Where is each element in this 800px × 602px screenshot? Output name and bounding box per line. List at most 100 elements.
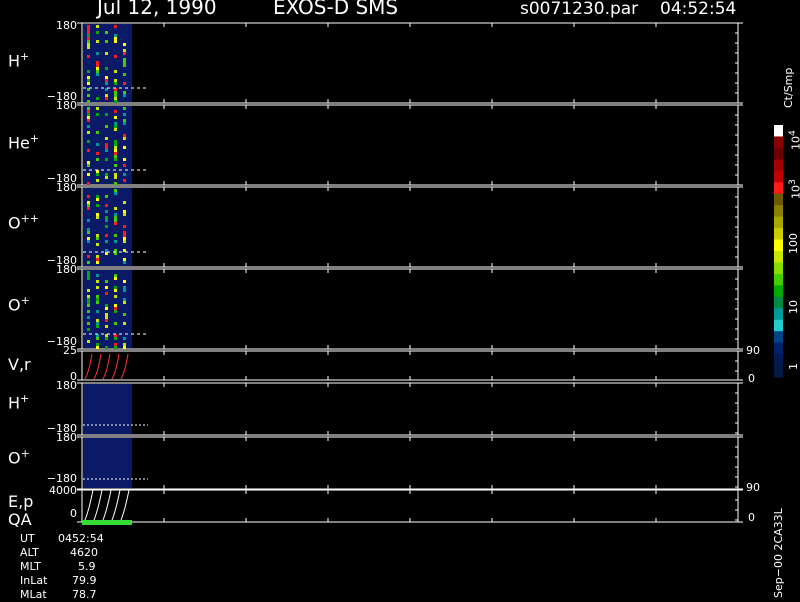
spectro-cell-0-3-100 <box>114 100 117 103</box>
spectro-cell-2-0-231 <box>87 231 90 234</box>
spectro-cell-2-2-234 <box>105 234 108 237</box>
spectro-cell-3-2-316 <box>105 316 108 319</box>
spectro-cell-2-3-234 <box>114 234 117 237</box>
colorbar-band-8 <box>774 216 783 229</box>
spectro-cell-2-1-204 <box>96 204 99 207</box>
spectro-cell-1-4-122 <box>123 122 126 125</box>
spectro-cell-0-2-40 <box>105 40 108 43</box>
spectro-cell-1-3-128 <box>114 128 117 131</box>
spectro-cell-2-4-237 <box>123 237 126 240</box>
spectro-cell-1-1-131 <box>96 131 99 134</box>
spectro-cell-1-1-152 <box>96 152 99 155</box>
spectro-cell-1-2-146 <box>105 146 108 149</box>
spectro-cell-2-0-228 <box>87 228 90 231</box>
rtick-ep-bottom: 0 <box>748 511 755 524</box>
panel-frame-2 <box>81 186 739 268</box>
spectro-cell-3-3-295 <box>114 295 117 298</box>
colorbar-band-12 <box>774 262 783 275</box>
spectro-cell-1-2-137 <box>105 137 108 140</box>
spectro-cell-3-3-277 <box>114 277 117 280</box>
spectro-cell-3-2-319 <box>105 319 108 322</box>
spectro-cell-1-2-158 <box>105 158 108 161</box>
spectro-cell-2-0-255 <box>87 255 90 258</box>
spectro-cell-1-3-143 <box>114 143 117 146</box>
spectro-cell-0-1-70 <box>96 70 99 73</box>
spectro-cell-1-0-119 <box>87 119 90 122</box>
spectro-cell-3-1-337 <box>96 337 99 340</box>
spectro-cell-2-1-234 <box>96 234 99 237</box>
spectro-cell-1-3-176 <box>114 176 117 179</box>
spectro-cell-1-0-131 <box>87 131 90 134</box>
spectro-cell-0-2-67 <box>105 67 108 70</box>
spectro-cell-1-4-113 <box>123 113 126 116</box>
panel-label-h-plus: H+ <box>8 50 30 71</box>
spectro-cell-1-0-113 <box>87 113 90 116</box>
colorbar-band-6 <box>774 193 783 206</box>
spectrogram-plot <box>77 22 783 525</box>
spectro-cell-2-4-231 <box>123 231 126 234</box>
spectro-cell-1-0-149 <box>87 149 90 152</box>
spectro-cell-0-3-25 <box>114 25 117 28</box>
tick-opp-top: 180 <box>56 181 77 194</box>
spectro-cell-1-2-176 <box>105 176 108 179</box>
spectro-cell-0-1-31 <box>96 31 99 34</box>
spectro-cell-3-4-337 <box>123 337 126 340</box>
spectro-cell-3-2-337 <box>105 337 108 340</box>
spectro-cell-0-1-97 <box>96 97 99 100</box>
spectro-cell-2-0-237 <box>87 237 90 240</box>
spectro-cell-0-2-31 <box>105 31 108 34</box>
spectro-cell-3-4-301 <box>123 301 126 304</box>
spectro-cell-0-0-76 <box>87 76 90 79</box>
spectro-cell-1-4-164 <box>123 164 126 167</box>
spectro-cell-2-3-192 <box>114 192 117 195</box>
spectro-cell-0-2-76 <box>105 76 108 79</box>
spectro-cell-1-1-179 <box>96 179 99 182</box>
spectro-cell-3-2-307 <box>105 307 108 310</box>
ep-curve-4 <box>120 489 130 521</box>
spectro-cell-3-3-307 <box>114 307 117 310</box>
spectro-cell-2-0-204 <box>87 204 90 207</box>
spectro-cell-0-0-31 <box>87 31 90 34</box>
vr-curve-1 <box>93 353 102 380</box>
colorbar-band-21 <box>774 365 783 378</box>
spectro-cell-2-3-213 <box>114 213 117 216</box>
spectro-cell-2-3-216 <box>114 216 117 219</box>
tick-ep-bottom: 0 <box>70 507 77 520</box>
spectro-cell-0-4-91 <box>123 91 126 94</box>
spectro-cell-0-0-82 <box>87 82 90 85</box>
spectro-cell-1-0-107 <box>87 107 90 110</box>
spectro-cell-0-1-25 <box>96 25 99 28</box>
spectro-cell-3-0-340 <box>87 340 90 343</box>
spectro-cell-1-4-119 <box>123 119 126 122</box>
spectro-cell-3-1-319 <box>96 319 99 322</box>
colorbar-label-10: 10 <box>787 300 800 314</box>
spectro-cell-0-0-70 <box>87 70 90 73</box>
spectro-cell-3-2-304 <box>105 304 108 307</box>
spectro-cell-3-0-274 <box>87 274 90 277</box>
colorbar-band-13 <box>774 273 783 286</box>
spectro-cell-2-3-207 <box>114 207 117 210</box>
spectro-cell-2-2-210 <box>105 210 108 213</box>
spectro-cell-1-3-140 <box>114 140 117 143</box>
spectro-cell-3-2-313 <box>105 313 108 316</box>
spectro-cell-0-4-43 <box>123 43 126 46</box>
spectro-cell-1-3-125 <box>114 125 117 128</box>
spectro-cell-1-3-173 <box>114 173 117 176</box>
spectro-cell-3-2-280 <box>105 280 108 283</box>
spectro-cell-2-1-198 <box>96 198 99 201</box>
spectro-cell-3-0-289 <box>87 289 90 292</box>
spectro-cell-0-1-40 <box>96 40 99 43</box>
spectro-cell-3-3-346 <box>114 346 117 349</box>
spectro-cell-0-3-79 <box>114 79 117 82</box>
panel-frame-4 <box>81 350 739 381</box>
spectro-cell-3-0-301 <box>87 301 90 304</box>
spectro-cell-0-2-82 <box>105 82 108 85</box>
vr-curve-0 <box>84 353 93 380</box>
spectro-cell-3-4-343 <box>123 343 126 346</box>
spectro-cell-2-4-210 <box>123 210 126 213</box>
spectro-cell-1-3-149 <box>114 149 117 152</box>
spectro-cell-1-4-179 <box>123 179 126 182</box>
spectro-cell-0-3-82 <box>114 82 117 85</box>
colorbar-band-7 <box>774 205 783 218</box>
spectro-cell-1-1-113 <box>96 113 99 116</box>
